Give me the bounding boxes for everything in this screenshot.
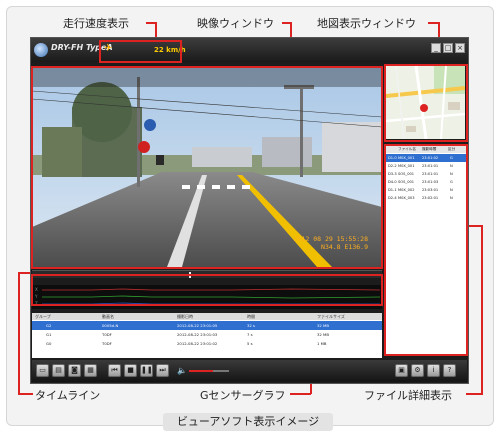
table-header-size: ファイルサイズ — [317, 314, 345, 319]
pause-button[interactable]: ❚❚ — [140, 364, 153, 377]
previous-icon: ⏮ — [111, 366, 118, 374]
callout-timeline: タイムライン — [35, 389, 101, 402]
volume-slider[interactable] — [189, 370, 229, 372]
table-header-name: 動画名 — [102, 314, 114, 319]
highlight-video — [31, 66, 383, 269]
table-cell-duration: 5 s — [247, 341, 253, 346]
tool-button-2[interactable]: ⚙ — [411, 364, 424, 377]
image-caption: ビューアソフト表示イメージ — [163, 413, 333, 431]
highlight-filedetail — [384, 144, 468, 356]
print-icon: ▦ — [87, 366, 94, 374]
table-header-duration: 時間 — [247, 314, 255, 319]
playback-control-bar: ▭ ▤ ◙ ▦ ⏮ ■ ❚❚ ⏭ 🔈 ▣ ⚙ i ? — [32, 360, 467, 382]
callout-map: 地図表示ウィンドウ — [317, 17, 416, 30]
speaker-icon: 🔈 — [177, 366, 187, 375]
table-row[interactable]: G2 0005d-N 2012-08-22 23:01:05 32 s 32 M… — [32, 321, 382, 330]
table-cell-name: T0DF — [102, 341, 112, 346]
print-button[interactable]: ▦ — [84, 364, 97, 377]
leader-gsensor-h — [290, 393, 311, 395]
leader-timeline-v — [18, 272, 20, 394]
folder-open-button[interactable]: ▭ — [36, 364, 49, 377]
leader-filedetail-v — [481, 225, 483, 394]
settings-icon: ⚙ — [414, 366, 421, 374]
tool-button-4[interactable]: ? — [443, 364, 456, 377]
maximize-button[interactable]: □ — [443, 43, 453, 53]
pause-icon: ❚❚ — [141, 366, 153, 374]
callout-video: 映像ウィンドウ — [197, 17, 274, 30]
stop-icon: ■ — [127, 366, 134, 374]
info-icon: i — [432, 366, 435, 374]
tool-button-1[interactable]: ▣ — [395, 364, 408, 377]
table-cell-group: G1 — [46, 332, 52, 337]
table-cell-size: 32 MB — [317, 323, 329, 328]
table-header-group: グループ — [35, 314, 51, 319]
save-button[interactable]: ▤ — [52, 364, 65, 377]
table-cell-duration: 32 s — [247, 323, 256, 328]
table-cell-name: T0DF — [102, 332, 112, 337]
leader-filedetail-h2 — [466, 393, 483, 395]
highlight-timeline-gsensor — [31, 274, 383, 306]
table-row[interactable]: G1 T0DF 2012-08-22 23:01:03 7 s 32 MB — [32, 330, 382, 339]
next-button[interactable]: ⏭ — [156, 364, 169, 377]
volume-level — [189, 370, 213, 372]
close-button[interactable]: × — [455, 43, 465, 53]
highlight-map — [384, 64, 468, 142]
next-icon: ⏭ — [159, 366, 166, 374]
stop-button[interactable]: ■ — [124, 364, 137, 377]
camera-icon: ◙ — [71, 366, 78, 374]
app-logo-icon — [34, 43, 48, 57]
folder-icon: ▭ — [39, 366, 46, 374]
callout-speed: 走行速度表示 — [63, 17, 129, 30]
save-icon: ▤ — [55, 366, 62, 374]
table-row[interactable]: G0 T0DF 2012-08-22 23:01:02 5 s 1 MB — [32, 339, 382, 348]
table-cell-date: 2012-08-22 23:01:05 — [177, 323, 218, 328]
table-header-date: 撮影日時 — [177, 314, 193, 319]
tool-button-3[interactable]: i — [427, 364, 440, 377]
minimize-button[interactable]: _ — [431, 43, 441, 53]
callout-gsensor: Gセンサーグラフ — [200, 389, 286, 402]
map-icon: ▣ — [398, 366, 405, 374]
leader-timeline-h2 — [18, 393, 33, 395]
table-cell-group: G2 — [46, 323, 52, 328]
table-cell-group: G0 — [46, 341, 52, 346]
file-list-table: グループ 動画名 撮影日時 時間 ファイルサイズ G2 0005d-N 2012… — [32, 313, 382, 358]
previous-button[interactable]: ⏮ — [108, 364, 121, 377]
table-cell-size: 1 MB — [317, 341, 327, 346]
highlight-speed — [99, 40, 182, 63]
table-cell-duration: 7 s — [247, 332, 253, 337]
table-cell-date: 2012-08-22 23:01:02 — [177, 341, 218, 346]
table-cell-name: 0005d-N — [102, 323, 119, 328]
snapshot-button[interactable]: ◙ — [68, 364, 81, 377]
help-icon: ? — [447, 366, 452, 374]
table-cell-size: 32 MB — [317, 332, 329, 337]
callout-filedetail: ファイル詳細表示 — [364, 389, 452, 402]
title-bar: DRY-FH TypeA ✈ 22 km/h _ □ × — [31, 38, 468, 62]
table-cell-date: 2012-08-22 23:01:03 — [177, 332, 218, 337]
